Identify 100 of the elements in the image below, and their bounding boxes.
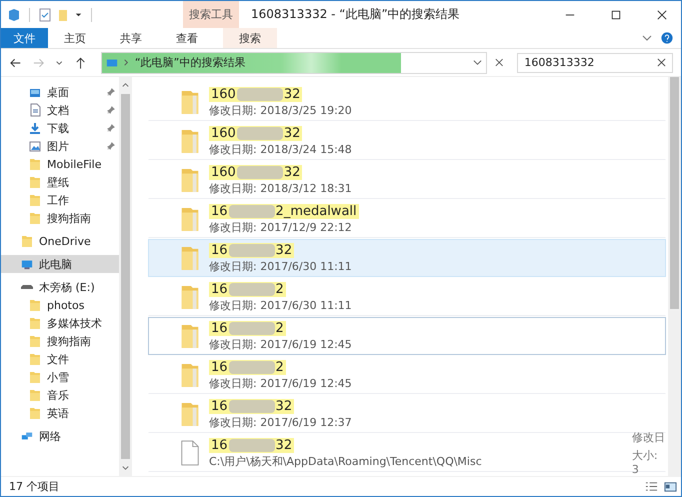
window-title: 1608313332 - “此电脑”中的搜索结果 <box>251 6 460 23</box>
file-name: 16 2 <box>209 320 286 336</box>
sidebar-item[interactable]: 搜狗指南 <box>1 209 119 227</box>
file-detail: C:\用户\杨天和\AppData\Roaming\Tencent\QQ\Misc <box>209 454 483 468</box>
file-detail: 修改日期: 2017/6/19 12:37 <box>209 414 353 430</box>
file-detail: 修改日期: 2017/6/19 12:45 <box>209 336 353 352</box>
file-detail: 修改日期: 2018/3/25 19:20 <box>209 102 353 118</box>
item-count: 17 个项目 <box>9 479 60 494</box>
sidebar-item[interactable]: 下载 <box>1 119 119 137</box>
dropdown-icon[interactable] <box>472 58 482 67</box>
tiles-view-icon[interactable] <box>664 480 677 493</box>
ribbon-tab[interactable]: 主页 <box>47 28 103 48</box>
file-detail: 修改日期: 2018/3/24 15:48 <box>209 142 353 156</box>
sidebar-item[interactable]: 多媒体技术 <box>1 314 119 332</box>
sidebar-item[interactable]: 此电脑 <box>1 255 119 273</box>
result-item[interactable]: 16 32 修改日期: 2017/6/30 11:11 <box>148 239 666 277</box>
folder-icon <box>179 283 201 311</box>
folder-icon <box>29 370 41 384</box>
sidebar-item[interactable]: 桌面 <box>1 83 119 101</box>
folder-icon <box>29 388 41 402</box>
ribbon-tab[interactable]: 共享 <box>103 28 159 48</box>
result-item[interactable]: 16 32 C:\用户\杨天和\AppData\Roaming\Tencent\QQ\Misc 修改日 大小: 3 <box>148 434 666 472</box>
sidebar-item[interactable]: 文档 <box>1 101 119 119</box>
file-tab[interactable]: 文件 <box>1 28 48 48</box>
download-icon <box>29 121 41 135</box>
result-item[interactable]: 16 2 修改日期: 2017/6/19 12:45 <box>148 356 666 394</box>
ribbon-tab[interactable]: 查看 <box>159 28 215 48</box>
sidebar-item[interactable]: 搜狗指南 <box>1 332 119 350</box>
file-name: 160 32 <box>209 164 302 180</box>
sidebar-item[interactable]: 网络 <box>1 427 119 445</box>
file-detail: 修改日期: 2017/6/30 11:11 <box>209 298 353 312</box>
folder-icon <box>29 352 41 366</box>
context-tab-group-label: 搜索工具 <box>189 7 233 22</box>
pin-icon[interactable] <box>107 142 115 150</box>
sidebar-item[interactable]: 图片 <box>1 137 119 155</box>
file-name: 16 32 <box>209 242 294 258</box>
help-icon[interactable] <box>661 32 673 44</box>
details-view-icon[interactable] <box>645 480 658 493</box>
folder-icon <box>179 244 201 272</box>
folder-icon <box>29 316 41 330</box>
folder-icon <box>29 175 41 189</box>
sidebar-item[interactable]: 文件 <box>1 350 119 368</box>
pictures-icon <box>29 139 41 153</box>
sidebar-item[interactable]: 工作 <box>1 191 119 209</box>
sidebar-item[interactable]: 英语 <box>1 404 119 422</box>
clear-icon[interactable] <box>494 58 504 67</box>
folder-icon <box>21 234 33 248</box>
folder-icon <box>179 322 201 350</box>
sidebar-item[interactable]: 壁纸 <box>1 173 119 191</box>
folder-icon <box>179 205 201 233</box>
file-detail: 修改日期: 2018/3/12 18:31 <box>209 180 353 196</box>
folder-icon <box>29 334 41 348</box>
document-icon <box>29 103 41 117</box>
pin-icon[interactable] <box>107 124 115 132</box>
scrollbar[interactable] <box>668 77 681 476</box>
sidebar-item[interactable]: MobileFile <box>1 155 119 173</box>
folder-icon <box>179 166 201 194</box>
folder-icon <box>29 211 41 225</box>
file-name: 16 2_medalwall <box>209 204 359 218</box>
folder-icon <box>29 298 41 312</box>
pin-icon[interactable] <box>107 106 115 114</box>
result-item[interactable]: 16 2_medalwall 修改日期: 2017/12/9 22:12 <box>148 200 666 238</box>
scrollbar[interactable] <box>119 77 132 476</box>
result-item[interactable]: 160 32 修改日期: 2018/3/12 18:31 <box>148 161 666 199</box>
sidebar-item[interactable]: 木旁杨 (E:) <box>1 278 119 296</box>
folder-icon <box>29 193 41 207</box>
sidebar-item[interactable]: 小雪 <box>1 368 119 386</box>
close-icon[interactable] <box>657 58 666 67</box>
sidebar-item[interactable]: 音乐 <box>1 386 119 404</box>
address-path: “此电脑”中的搜索结果 <box>134 55 246 70</box>
chevron-right-icon <box>122 58 131 67</box>
sidebar-item[interactable]: OneDrive <box>1 232 119 250</box>
file-name: 160 32 <box>209 86 302 102</box>
result-item[interactable]: 160 32 修改日期: 2018/3/25 19:20 <box>148 83 666 121</box>
folder-icon <box>179 88 201 116</box>
file-name: 16 2 <box>209 360 286 374</box>
window-icon <box>7 8 21 22</box>
pin-icon[interactable] <box>107 88 115 96</box>
file-name: 16 32 <box>209 438 294 452</box>
result-item[interactable]: 16 2 修改日期: 2017/6/19 12:45 <box>148 317 666 355</box>
file-icon <box>179 439 201 467</box>
file-detail: 修改日期: 2017/6/30 11:11 <box>209 258 353 274</box>
sidebar-item[interactable]: photos <box>1 296 119 314</box>
search-field[interactable]: 1608313332 <box>517 52 674 72</box>
address-bar[interactable]: “此电脑”中的搜索结果 <box>100 52 487 74</box>
folder-icon <box>29 157 41 171</box>
close-icon[interactable] <box>657 10 667 20</box>
maximize-icon[interactable] <box>611 10 621 20</box>
folder-icon <box>179 361 201 389</box>
file-name: 16 2 <box>209 282 286 296</box>
result-item[interactable]: 160 32 修改日期: 2018/3/24 15:48 <box>148 122 666 160</box>
file-detail: 修改日期: 2017/6/19 12:45 <box>209 376 353 390</box>
result-item[interactable]: 16 2 修改日期: 2017/6/30 11:11 <box>148 278 666 316</box>
result-item[interactable]: 16 32 修改日期: 2017/6/19 12:37 <box>148 395 666 433</box>
file-name: 160 32 <box>209 126 302 140</box>
file-name: 16 32 <box>209 398 294 414</box>
folder-icon <box>179 127 201 155</box>
up-icon[interactable] <box>74 56 87 70</box>
properties-icon[interactable] <box>38 8 52 22</box>
folder-icon <box>179 400 201 428</box>
